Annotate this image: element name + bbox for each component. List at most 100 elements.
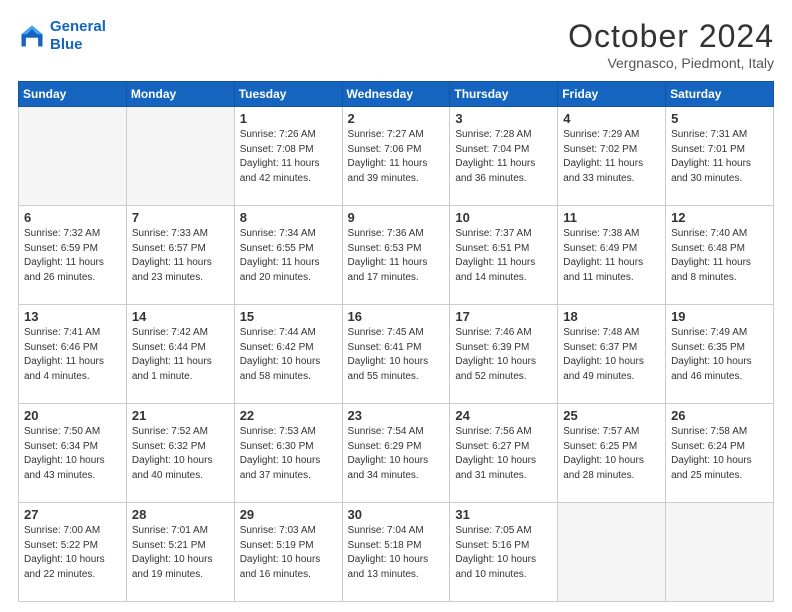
day-number: 9 [348,210,445,225]
calendar-cell: 14Sunrise: 7:42 AM Sunset: 6:44 PM Dayli… [126,305,234,404]
day-number: 10 [455,210,552,225]
day-number: 17 [455,309,552,324]
calendar-cell: 29Sunrise: 7:03 AM Sunset: 5:19 PM Dayli… [234,503,342,602]
day-info: Sunrise: 7:49 AM Sunset: 6:35 PM Dayligh… [671,326,768,384]
calendar-cell: 16 Sunrise: 7:45 AM Sunset: 6:41 PM Dayli… [342,305,450,404]
day-info: Sunrise: 7:41 AM Sunset: 6:46 PM Dayligh… [24,326,121,384]
calendar-cell: 3 Sunrise: 7:28 AM Sunset: 7:04 PM Daylig… [450,107,558,206]
day-info: Sunrise: 7:57 AM Sunset: 6:25 PM Dayligh… [563,425,660,483]
calendar-cell: 9 Sunrise: 7:36 AM Sunset: 6:53 PM Daylig… [342,206,450,305]
calendar-cell: 24 Sunrise: 7:56 AM Sunset: 6:27 PM Dayli… [450,404,558,503]
day-info: Sunrise: 7:33 AM Sunset: 6:57 PM Dayligh… [132,227,229,285]
day-number: 14 [132,309,229,324]
day-info: Sunrise: 7:34 AM Sunset: 6:55 PM Dayligh… [240,227,337,285]
day-number: 31 [455,507,552,522]
day-info: Sunrise: 7:29 AM Sunset: 7:02 PM Dayligh… [563,128,660,186]
day-info: Sunrise: 7:46 AM Sunset: 6:39 PM Dayligh… [455,326,552,384]
calendar-cell: 23 Sunrise: 7:54 AM Sunset: 6:29 PM Dayli… [342,404,450,503]
day-info: Sunrise: 7:54 AM Sunset: 6:29 PM Dayligh… [348,425,445,483]
day-number: 21 [132,408,229,423]
day-number: 11 [563,210,660,225]
day-number: 20 [24,408,121,423]
day-number: 6 [24,210,121,225]
col-header-thursday: Thursday [450,82,558,107]
calendar-cell: 26 Sunrise: 7:58 AM Sunset: 6:24 PM Dayli… [666,404,774,503]
day-info: Sunrise: 7:27 AM Sunset: 7:06 PM Dayligh… [348,128,445,186]
day-info: Sunrise: 7:48 AM Sunset: 6:37 PM Dayligh… [563,326,660,384]
day-info: Sunrise: 7:03 AM Sunset: 5:19 PM Dayligh… [240,524,337,582]
day-info: Sunrise: 7:36 AM Sunset: 6:53 PM Dayligh… [348,227,445,285]
col-header-wednesday: Wednesday [342,82,450,107]
calendar-cell: 11 Sunrise: 7:38 AM Sunset: 6:49 PM Dayli… [558,206,666,305]
calendar-cell: 15 Sunrise: 7:44 AM Sunset: 6:42 PM Dayli… [234,305,342,404]
day-number: 13 [24,309,121,324]
day-info: Sunrise: 7:53 AM Sunset: 6:30 PM Dayligh… [240,425,337,483]
day-info: Sunrise: 7:38 AM Sunset: 6:49 PM Dayligh… [563,227,660,285]
day-info: Sunrise: 7:26 AM Sunset: 7:08 PM Dayligh… [240,128,337,186]
calendar-cell: 27 Sunrise: 7:00 AM Sunset: 5:22 PM Dayli… [19,503,127,602]
calendar-week-5: 27 Sunrise: 7:00 AM Sunset: 5:22 PM Dayli… [19,503,774,602]
calendar-cell: 30Sunrise: 7:04 AM Sunset: 5:18 PM Dayli… [342,503,450,602]
calendar-cell: 5Sunrise: 7:31 AM Sunset: 7:01 PM Daylig… [666,107,774,206]
day-info: Sunrise: 7:44 AM Sunset: 6:42 PM Dayligh… [240,326,337,384]
calendar-cell: 17 Sunrise: 7:46 AM Sunset: 6:39 PM Dayli… [450,305,558,404]
day-number: 3 [455,111,552,126]
logo-icon [18,22,46,50]
col-header-sunday: Sunday [19,82,127,107]
day-number: 26 [671,408,768,423]
day-info: Sunrise: 7:28 AM Sunset: 7:04 PM Dayligh… [455,128,552,186]
col-header-monday: Monday [126,82,234,107]
day-info: Sunrise: 7:52 AM Sunset: 6:32 PM Dayligh… [132,425,229,483]
day-info: Sunrise: 7:05 AM Sunset: 5:16 PM Dayligh… [455,524,552,582]
day-number: 24 [455,408,552,423]
day-number: 15 [240,309,337,324]
day-info: Sunrise: 7:45 AM Sunset: 6:41 PM Dayligh… [348,326,445,384]
day-info: Sunrise: 7:00 AM Sunset: 5:22 PM Dayligh… [24,524,121,582]
day-info: Sunrise: 7:01 AM Sunset: 5:21 PM Dayligh… [132,524,229,582]
day-number: 2 [348,111,445,126]
calendar-week-4: 20Sunrise: 7:50 AM Sunset: 6:34 PM Dayli… [19,404,774,503]
calendar-header-row: SundayMondayTuesdayWednesdayThursdayFrid… [19,82,774,107]
calendar-cell: 12 Sunrise: 7:40 AM Sunset: 6:48 PM Dayli… [666,206,774,305]
calendar-cell: 7Sunrise: 7:33 AM Sunset: 6:57 PM Daylig… [126,206,234,305]
day-info: Sunrise: 7:37 AM Sunset: 6:51 PM Dayligh… [455,227,552,285]
day-info: Sunrise: 7:56 AM Sunset: 6:27 PM Dayligh… [455,425,552,483]
calendar-cell: 13 Sunrise: 7:41 AM Sunset: 6:46 PM Dayli… [19,305,127,404]
calendar-week-3: 13 Sunrise: 7:41 AM Sunset: 6:46 PM Dayli… [19,305,774,404]
calendar-cell: 1Sunrise: 7:26 AM Sunset: 7:08 PM Daylig… [234,107,342,206]
day-number: 16 [348,309,445,324]
logo-text: General Blue [50,18,106,54]
calendar-week-2: 6Sunrise: 7:32 AM Sunset: 6:59 PM Daylig… [19,206,774,305]
calendar-cell: 31 Sunrise: 7:05 AM Sunset: 5:16 PM Dayli… [450,503,558,602]
calendar-cell: 22Sunrise: 7:53 AM Sunset: 6:30 PM Dayli… [234,404,342,503]
calendar-cell [126,107,234,206]
col-header-saturday: Saturday [666,82,774,107]
day-info: Sunrise: 7:58 AM Sunset: 6:24 PM Dayligh… [671,425,768,483]
day-number: 18 [563,309,660,324]
day-number: 8 [240,210,337,225]
day-info: Sunrise: 7:31 AM Sunset: 7:01 PM Dayligh… [671,128,768,186]
day-number: 27 [24,507,121,522]
day-info: Sunrise: 7:40 AM Sunset: 6:48 PM Dayligh… [671,227,768,285]
page: General Blue October 2024 Vergnasco, Pie… [0,0,792,612]
calendar-cell [558,503,666,602]
calendar-cell: 19Sunrise: 7:49 AM Sunset: 6:35 PM Dayli… [666,305,774,404]
title-block: October 2024 Vergnasco, Piedmont, Italy [568,18,774,71]
calendar-cell [666,503,774,602]
day-number: 28 [132,507,229,522]
day-info: Sunrise: 7:04 AM Sunset: 5:18 PM Dayligh… [348,524,445,582]
calendar-cell: 28 Sunrise: 7:01 AM Sunset: 5:21 PM Dayli… [126,503,234,602]
calendar-cell: 4Sunrise: 7:29 AM Sunset: 7:02 PM Daylig… [558,107,666,206]
calendar-table: SundayMondayTuesdayWednesdayThursdayFrid… [18,81,774,602]
calendar-cell: 25Sunrise: 7:57 AM Sunset: 6:25 PM Dayli… [558,404,666,503]
col-header-tuesday: Tuesday [234,82,342,107]
header: General Blue October 2024 Vergnasco, Pie… [18,18,774,71]
day-number: 12 [671,210,768,225]
col-header-friday: Friday [558,82,666,107]
logo-line2: Blue [50,36,83,53]
day-number: 23 [348,408,445,423]
logo: General Blue [18,18,106,54]
calendar-cell: 10 Sunrise: 7:37 AM Sunset: 6:51 PM Dayli… [450,206,558,305]
calendar-cell [19,107,127,206]
calendar-cell: 6Sunrise: 7:32 AM Sunset: 6:59 PM Daylig… [19,206,127,305]
